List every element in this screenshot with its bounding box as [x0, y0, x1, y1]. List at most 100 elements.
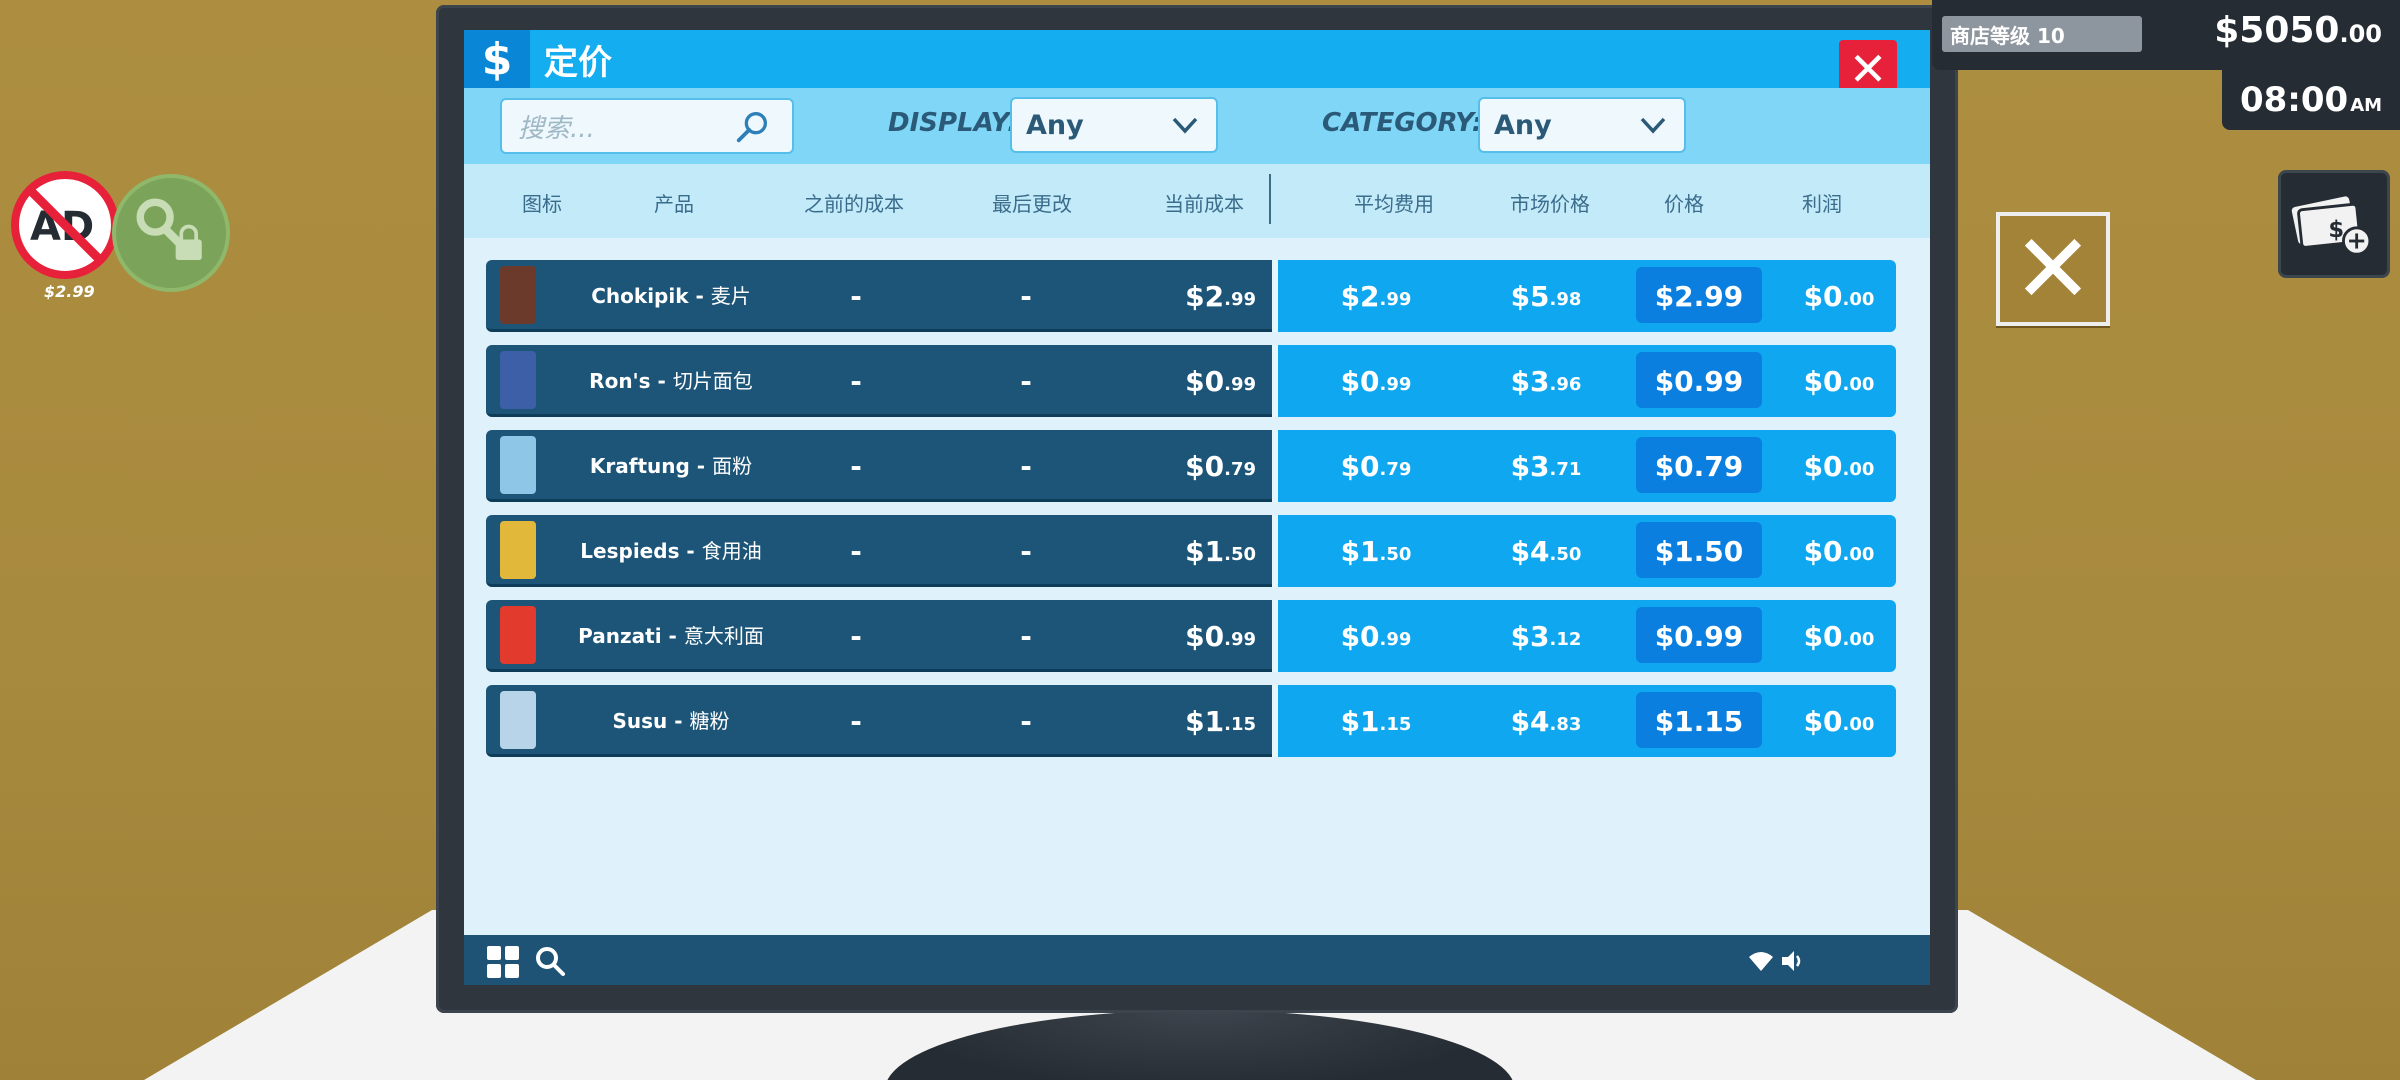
avg-cost-cents: .50 [1379, 543, 1412, 565]
prev-cost-cell: - [850, 449, 862, 483]
col-header-current-cost[interactable]: 当前成本 [1114, 188, 1294, 217]
col-header-market-price[interactable]: 市场价格 [1480, 188, 1620, 217]
market-price-dollars: $4 [1510, 534, 1550, 568]
product-type: 食用油 [701, 539, 762, 563]
row-cost-section: Panzati - 意大利面 - - $0.99 [486, 600, 1272, 672]
last-change-cell: - [1020, 364, 1032, 398]
avg-cost-cents: .15 [1379, 713, 1412, 735]
col-header-icon[interactable]: 图标 [504, 188, 580, 217]
current-cost-cents: .99 [1224, 628, 1256, 650]
current-cost-cell: $1.15 [1116, 685, 1266, 757]
avg-cost-dollars: $2 [1340, 279, 1380, 313]
row-cost-section: Kraftung - 面粉 - - $0.79 [486, 430, 1272, 502]
table-row[interactable]: Panzati - 意大利面 - - $0.99 $0.99 $3.12 $0.… [486, 600, 1896, 672]
money-display: $5050.00 [2214, 10, 2382, 51]
remove-ads-button[interactable]: AD [10, 170, 120, 280]
price-value[interactable]: $0.79 [1636, 430, 1762, 502]
price-value[interactable]: $0.99 [1636, 600, 1762, 672]
current-cost-cell: $2.99 [1116, 260, 1266, 332]
category-value: Any [1494, 109, 1552, 141]
avg-cost-dollars: $1 [1340, 704, 1380, 738]
market-price-cents: .83 [1549, 713, 1582, 735]
taskbar-search-icon[interactable] [534, 945, 566, 977]
row-cost-section: Chokipik - 麦片 - - $2.99 [486, 260, 1272, 332]
title-bar: $ 定价 [464, 30, 1930, 88]
price-value[interactable]: $2.99 [1636, 260, 1762, 332]
chevron-down-icon [1172, 117, 1198, 134]
avg-cost-cents: .99 [1379, 373, 1412, 395]
table-row[interactable]: Susu - 糖粉 - - $1.15 $1.15 $4.83 $1.15 $0… [486, 685, 1896, 757]
product-brand: Kraftung [589, 454, 690, 478]
column-headers: 图标 产品 之前的成本 最后更改 当前成本 平均费用 市场价格 价格 利润 [464, 164, 1930, 238]
price-value[interactable]: $1.50 [1636, 515, 1762, 587]
table-row[interactable]: Chokipik - 麦片 - - $2.99 $2.99 $5.98 $2.9… [486, 260, 1896, 332]
col-header-last-change[interactable]: 最后更改 [942, 188, 1122, 217]
ad-price: $2.99 [44, 282, 95, 301]
market-price-dollars: $4 [1510, 704, 1550, 738]
product-brand: Chokipik [591, 284, 689, 308]
exit-button[interactable]: ✕ [1996, 212, 2110, 326]
avg-cost-cell: $1.15 [1316, 685, 1436, 757]
product-type: 麦片 [710, 284, 751, 308]
product-brand: Panzati [578, 624, 662, 648]
store-level-bar: 商店等级 10 [1942, 16, 2142, 52]
close-icon: ✕ [1848, 42, 1888, 96]
clock-display: 08:00 AM [2222, 70, 2400, 130]
profit-cell: $0.00 [1784, 600, 1894, 672]
current-cost-cell: $0.99 [1116, 345, 1266, 417]
profit-cents: .00 [1842, 288, 1875, 310]
current-cost-cents: .99 [1224, 373, 1256, 395]
add-money-button[interactable]: $ [2278, 170, 2390, 278]
avg-cost-dollars: $1 [1340, 534, 1380, 568]
display-value: Any [1026, 109, 1084, 141]
money-amount: $5050 [2214, 10, 2340, 51]
market-price-dollars: $3 [1510, 449, 1550, 483]
category-dropdown[interactable]: Any [1478, 97, 1686, 153]
col-header-price[interactable]: 价格 [1642, 188, 1726, 217]
table-row[interactable]: Ron's - 切片面包 - - $0.99 $0.99 $3.96 $0.99… [486, 345, 1896, 417]
market-price-cell: $3.96 [1486, 345, 1606, 417]
table-row[interactable]: Lespieds - 食用油 - - $1.50 $1.50 $4.50 $1.… [486, 515, 1896, 587]
display-dropdown[interactable]: Any [1010, 97, 1218, 153]
product-type: 糖粉 [689, 709, 730, 733]
search-icon[interactable] [734, 108, 772, 146]
market-price-dollars: $3 [1510, 619, 1550, 653]
product-thumbnail [500, 436, 536, 494]
product-name: Susu - 糖粉 [612, 709, 730, 733]
profit-dollars: $0 [1803, 449, 1843, 483]
profit-dollars: $0 [1803, 364, 1843, 398]
svg-text:$: $ [2328, 217, 2344, 243]
locked-key-button[interactable] [112, 174, 230, 292]
price-value[interactable]: $1.15 [1636, 685, 1762, 757]
current-cost-dollars: $0 [1185, 619, 1225, 653]
profit-cell: $0.00 [1784, 685, 1894, 757]
taskbar [464, 935, 1930, 985]
prev-cost-cell: - [850, 534, 862, 568]
search-input[interactable]: 搜索... [500, 98, 794, 154]
avg-cost-cell: $0.99 [1316, 345, 1436, 417]
category-label: CATEGORY: [1322, 108, 1483, 138]
last-change-cell: - [1020, 534, 1032, 568]
col-header-profit[interactable]: 利润 [1780, 188, 1864, 217]
current-cost-cents: .50 [1224, 543, 1256, 565]
product-thumbnail [500, 691, 536, 749]
price-value[interactable]: $0.99 [1636, 345, 1762, 417]
col-header-avg-cost[interactable]: 平均费用 [1324, 188, 1464, 217]
market-price-cell: $4.50 [1486, 515, 1606, 587]
product-type: 面粉 [712, 454, 753, 478]
market-price-cents: .98 [1549, 288, 1582, 310]
speaker-icon[interactable] [1780, 949, 1804, 973]
col-header-product[interactable]: 产品 [614, 188, 734, 217]
profit-cents: .00 [1842, 373, 1875, 395]
prev-cost-cell: - [850, 619, 862, 653]
column-divider [1269, 174, 1271, 224]
market-price-cell: $3.12 [1486, 600, 1606, 672]
product-name: Kraftung - 面粉 [589, 454, 753, 478]
table-row[interactable]: Kraftung - 面粉 - - $0.79 $0.79 $3.71 $0.7… [486, 430, 1896, 502]
profit-cents: .00 [1842, 713, 1875, 735]
start-grid-icon[interactable] [486, 945, 520, 979]
product-brand: Lespieds [580, 539, 680, 563]
last-change-cell: - [1020, 449, 1032, 483]
col-header-prev-cost[interactable]: 之前的成本 [764, 188, 944, 217]
market-price-cell: $3.71 [1486, 430, 1606, 502]
